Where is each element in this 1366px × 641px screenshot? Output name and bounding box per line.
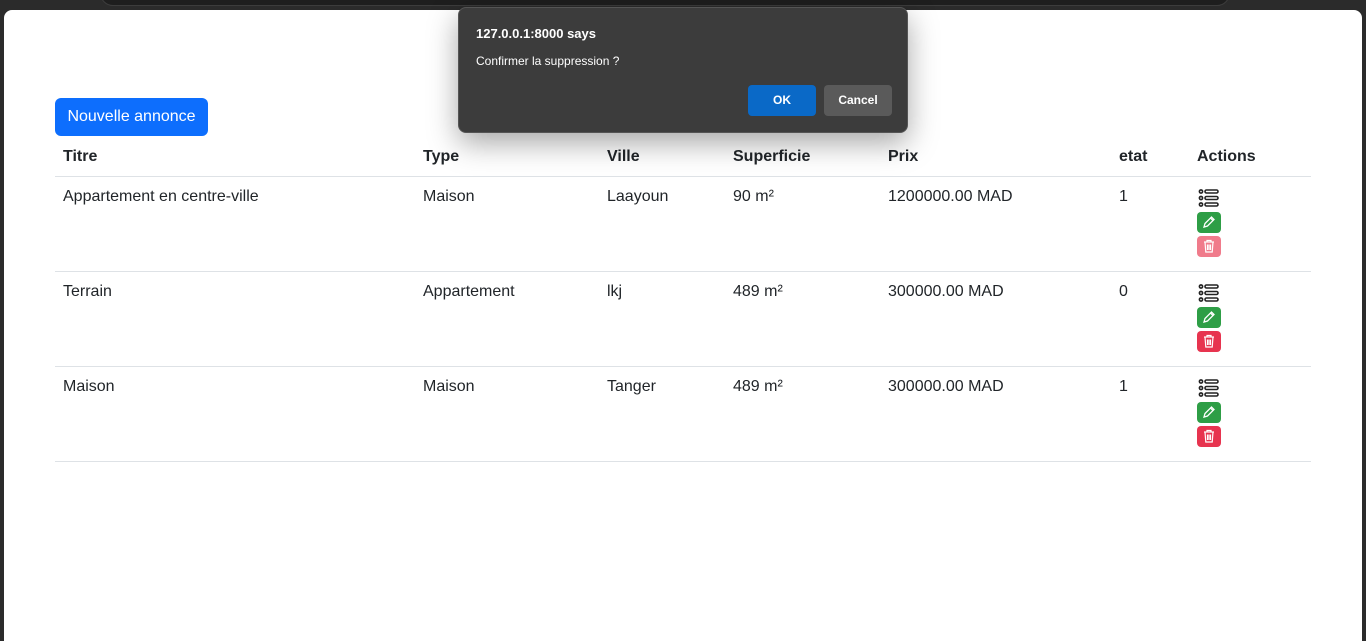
cell-superficie: 90 m²	[725, 176, 880, 272]
cell-ville: Tanger	[599, 366, 725, 462]
table-row: Appartement en centre-ville Maison Laayo…	[55, 176, 1311, 272]
listings-table: Titre Type Ville Superficie Prix etat Ac…	[55, 140, 1311, 462]
cell-type: Appartement	[415, 271, 599, 367]
edit-button[interactable]	[1197, 306, 1221, 328]
cell-etat: 0	[1111, 271, 1189, 367]
trash-icon	[1204, 239, 1214, 253]
cell-superficie: 489 m²	[725, 271, 880, 367]
new-listing-button[interactable]: Nouvelle annonce	[55, 98, 208, 136]
cell-actions	[1189, 271, 1311, 367]
list-icon	[1198, 379, 1219, 397]
delete-button[interactable]	[1197, 425, 1221, 447]
table-row: Terrain Appartement lkj 489 m² 300000.00…	[55, 271, 1311, 367]
cell-titre: Maison	[55, 366, 415, 462]
table-row: Maison Maison Tanger 489 m² 300000.00 MA…	[55, 366, 1311, 462]
header-titre: Titre	[55, 140, 415, 177]
cell-prix: 300000.00 MAD	[880, 271, 1111, 367]
trash-icon	[1204, 334, 1214, 348]
header-superficie: Superficie	[725, 140, 880, 177]
dialog-message: Confirmer la suppression ?	[476, 54, 620, 68]
confirm-dialog: 127.0.0.1:8000 says Confirmer la suppres…	[458, 7, 908, 133]
delete-button[interactable]	[1197, 235, 1221, 257]
cell-etat: 1	[1111, 366, 1189, 462]
edit-button[interactable]	[1197, 211, 1221, 233]
cell-ville: lkj	[599, 271, 725, 367]
header-actions: Actions	[1189, 140, 1311, 177]
cell-type: Maison	[415, 176, 599, 272]
pencil-icon	[1203, 406, 1215, 418]
details-button[interactable]	[1197, 188, 1221, 209]
cell-titre: Terrain	[55, 271, 415, 367]
pencil-icon	[1203, 311, 1215, 323]
cell-ville: Laayoun	[599, 176, 725, 272]
cell-prix: 300000.00 MAD	[880, 366, 1111, 462]
cell-titre: Appartement en centre-ville	[55, 176, 415, 272]
cell-type: Maison	[415, 366, 599, 462]
details-button[interactable]	[1197, 378, 1221, 399]
cell-etat: 1	[1111, 176, 1189, 272]
cancel-button[interactable]: Cancel	[824, 85, 892, 116]
trash-icon	[1204, 429, 1214, 443]
header-ville: Ville	[599, 140, 725, 177]
details-button[interactable]	[1197, 283, 1221, 304]
ok-button[interactable]: OK	[748, 85, 816, 116]
cell-actions	[1189, 176, 1311, 272]
list-icon	[1198, 284, 1219, 302]
list-icon	[1198, 189, 1219, 207]
pencil-icon	[1203, 216, 1215, 228]
header-etat: etat	[1111, 140, 1189, 177]
cell-prix: 1200000.00 MAD	[880, 176, 1111, 272]
cell-actions	[1189, 366, 1311, 462]
cell-superficie: 489 m²	[725, 366, 880, 462]
dialog-title: 127.0.0.1:8000 says	[476, 26, 596, 41]
edit-button[interactable]	[1197, 401, 1221, 423]
delete-button[interactable]	[1197, 330, 1221, 352]
header-prix: Prix	[880, 140, 1111, 177]
header-type: Type	[415, 140, 599, 177]
browser-top-bar	[100, 0, 1230, 6]
table-header-row: Titre Type Ville Superficie Prix etat Ac…	[55, 140, 1311, 177]
